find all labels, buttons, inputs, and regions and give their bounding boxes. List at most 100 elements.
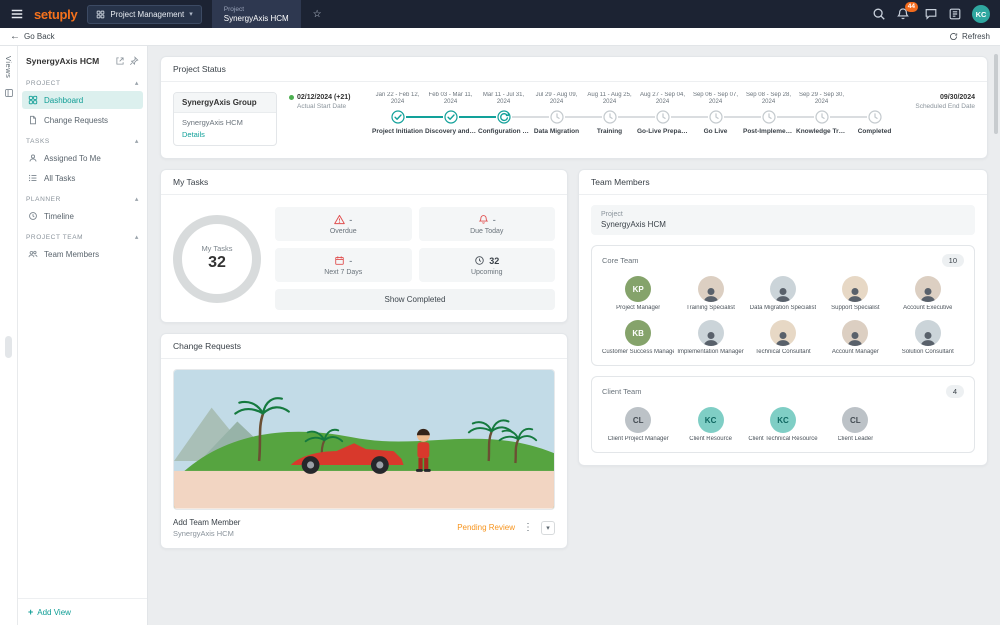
sidebar-item-change-requests[interactable]: Change Requests (22, 111, 143, 129)
team-member[interactable]: KC Client Resource (674, 407, 746, 442)
tab-synergyaxis-hcm[interactable]: Project SynergyAxis HCM (211, 0, 301, 28)
tab-kicker: Project (223, 6, 244, 14)
warning-icon (334, 214, 346, 225)
timeline-stage[interactable]: Mar 11 - Jul 31, 2024 Configuration an..… (477, 92, 530, 135)
kebab-menu-icon[interactable]: ⋮ (523, 522, 533, 533)
stat-value: - (349, 214, 353, 225)
team-member[interactable]: KB Customer Success Manager (602, 320, 674, 355)
export-icon[interactable] (115, 56, 125, 66)
calendar-icon (335, 256, 344, 265)
change-request-item[interactable]: Add Team Member SynergyAxis HCM (173, 518, 240, 538)
sidebar-item-assigned-to-me[interactable]: Assigned To Me (22, 149, 143, 167)
team-member[interactable]: CL Client Leader (819, 407, 891, 442)
timeline-stage[interactable]: Sep 08 - Sep 28, 2024 Post-Implementa... (742, 92, 795, 135)
group-name: SynergyAxis Group (174, 93, 276, 113)
sidebar-section-project-team[interactable]: PROJECT TEAM ▴ (18, 226, 147, 244)
stage-label: Training (596, 128, 623, 135)
project-management-nav-button[interactable]: Project Management ▾ (87, 4, 202, 24)
sidebar-item-dashboard[interactable]: Dashboard (22, 91, 143, 109)
stage-status-icon (443, 109, 458, 125)
timeline-stage[interactable]: Sep 29 - Sep 30, 2024 Knowledge Transf..… (795, 92, 848, 135)
stat-next-7-days[interactable]: - Next 7 Days (275, 248, 412, 282)
sidebar-item-timeline[interactable]: Timeline (22, 207, 143, 225)
refresh-button[interactable]: Refresh (949, 32, 990, 41)
stage-dates: Mar 11 - Jul 31, 2024 (482, 92, 525, 106)
card-title: Project Status (161, 57, 987, 82)
card-title: My Tasks (161, 170, 567, 195)
project-value: SynergyAxis HCM (601, 220, 666, 229)
stat-overdue[interactable]: - Overdue (275, 207, 412, 241)
project-timeline: 02/12/2024 (+21) Actual Start Date Jan 2… (289, 92, 975, 135)
avatar (914, 276, 941, 302)
stat-value: - (492, 214, 496, 225)
sidebar-item-team-members[interactable]: Team Members (22, 245, 143, 263)
details-link[interactable]: Details (182, 130, 268, 139)
client-team-grid: CL Client Project Manager KC Client Resour… (602, 407, 964, 442)
card-title: Change Requests (161, 334, 567, 359)
sidebar-section-project[interactable]: PROJECT ▴ (18, 72, 147, 90)
team-member[interactable]: KP Project Manager (602, 276, 674, 311)
timeline-stage[interactable]: Aug 27 - Sep 04, 2024 Go-Live Preparati.… (636, 92, 689, 135)
sidebar-section-planner[interactable]: PLANNER ▴ (18, 188, 147, 206)
timeline-stage[interactable]: Completed (848, 92, 901, 135)
team-member[interactable]: Account Manager (819, 320, 891, 355)
avatar (842, 276, 869, 302)
notification-count-badge: 44 (904, 2, 918, 12)
show-completed-button[interactable]: Show Completed (275, 289, 555, 310)
dashboard-icon (28, 95, 38, 105)
search-icon[interactable] (872, 7, 886, 21)
chevron-down-icon: ▾ (546, 524, 550, 532)
timeline-stages: Jan 22 - Feb 12, 2024 Project Initiation… (371, 92, 901, 135)
favorite-star-icon[interactable]: ☆ (313, 9, 322, 20)
panel-toggle-icon[interactable] (4, 88, 14, 98)
chevron-up-icon: ▴ (134, 196, 139, 203)
member-role-label: Solution Consultant (901, 349, 954, 355)
go-back-label: Go Back (24, 32, 55, 41)
stage-label: Configuration an... (478, 128, 530, 135)
sidebar-item-all-tasks[interactable]: All Tasks (22, 169, 143, 187)
sidebar-collapse-handle[interactable] (5, 336, 12, 358)
team-member[interactable]: Solution Consultant (892, 320, 964, 355)
team-member[interactable]: Support Specialist (819, 276, 891, 311)
dropdown-button[interactable]: ▾ (541, 520, 555, 535)
avatar (769, 276, 796, 302)
menu-icon[interactable] (10, 7, 24, 21)
user-avatar[interactable]: KC (972, 5, 990, 23)
change-request-subtitle: SynergyAxis HCM (173, 528, 234, 538)
setuply-logo: setuply (34, 6, 78, 22)
timeline-stage[interactable]: Sep 06 - Sep 07, 2024 Go Live (689, 92, 742, 135)
core-team-label: Core Team (602, 256, 639, 265)
add-view-button[interactable]: + Add View (18, 598, 147, 625)
avatar (697, 276, 724, 302)
notifications-bell-icon[interactable]: 44 (896, 2, 918, 21)
chevron-down-icon: ▾ (189, 11, 193, 18)
stat-due-today[interactable]: - Due Today (418, 207, 555, 241)
team-member[interactable]: KC Client Technical Resource (747, 407, 819, 442)
stage-label: Go Live (703, 128, 728, 135)
stat-upcoming[interactable]: 32 Upcoming (418, 248, 555, 282)
timeline-stage[interactable]: Feb 03 - Mar 11, 2024 Discovery and Pla.… (424, 92, 477, 135)
chat-icon[interactable] (924, 7, 938, 21)
stage-dates: Sep 06 - Sep 07, 2024 (692, 92, 739, 106)
timeline-stage[interactable]: Jul 29 - Aug 09, 2024 Data Migration (530, 92, 583, 135)
pin-icon[interactable] (129, 56, 139, 66)
library-icon[interactable] (948, 7, 962, 21)
timeline-stage[interactable]: Aug 11 - Aug 25, 2024 Training (583, 92, 636, 135)
team-member[interactable]: Training Specialist (674, 276, 746, 311)
stage-dates: Aug 11 - Aug 25, 2024 (587, 92, 632, 106)
sidebar-item-label: Team Members (44, 249, 100, 259)
list-icon (28, 174, 37, 182)
go-back-button[interactable]: ← Go Back (10, 31, 55, 42)
team-member[interactable]: CL Client Project Manager (602, 407, 674, 442)
actual-start-date-block: 02/12/2024 (+21) Actual Start Date (289, 92, 371, 110)
team-member[interactable]: Account Executive (892, 276, 964, 311)
project-status-card: Project Status SynergyAxis Group Synergy… (160, 56, 988, 159)
stage-label: Discovery and Pla... (425, 128, 477, 135)
card-title: Team Members (579, 170, 987, 195)
team-member[interactable]: Technical Consultant (747, 320, 819, 355)
team-member[interactable]: Implementation Manager (674, 320, 746, 355)
team-member[interactable]: Data Migration Specialist (747, 276, 819, 311)
sidebar-section-tasks[interactable]: TASKS ▴ (18, 130, 147, 148)
scrollbar-thumb[interactable] (994, 54, 998, 134)
timeline-stage[interactable]: Jan 22 - Feb 12, 2024 Project Initiation (371, 92, 424, 135)
